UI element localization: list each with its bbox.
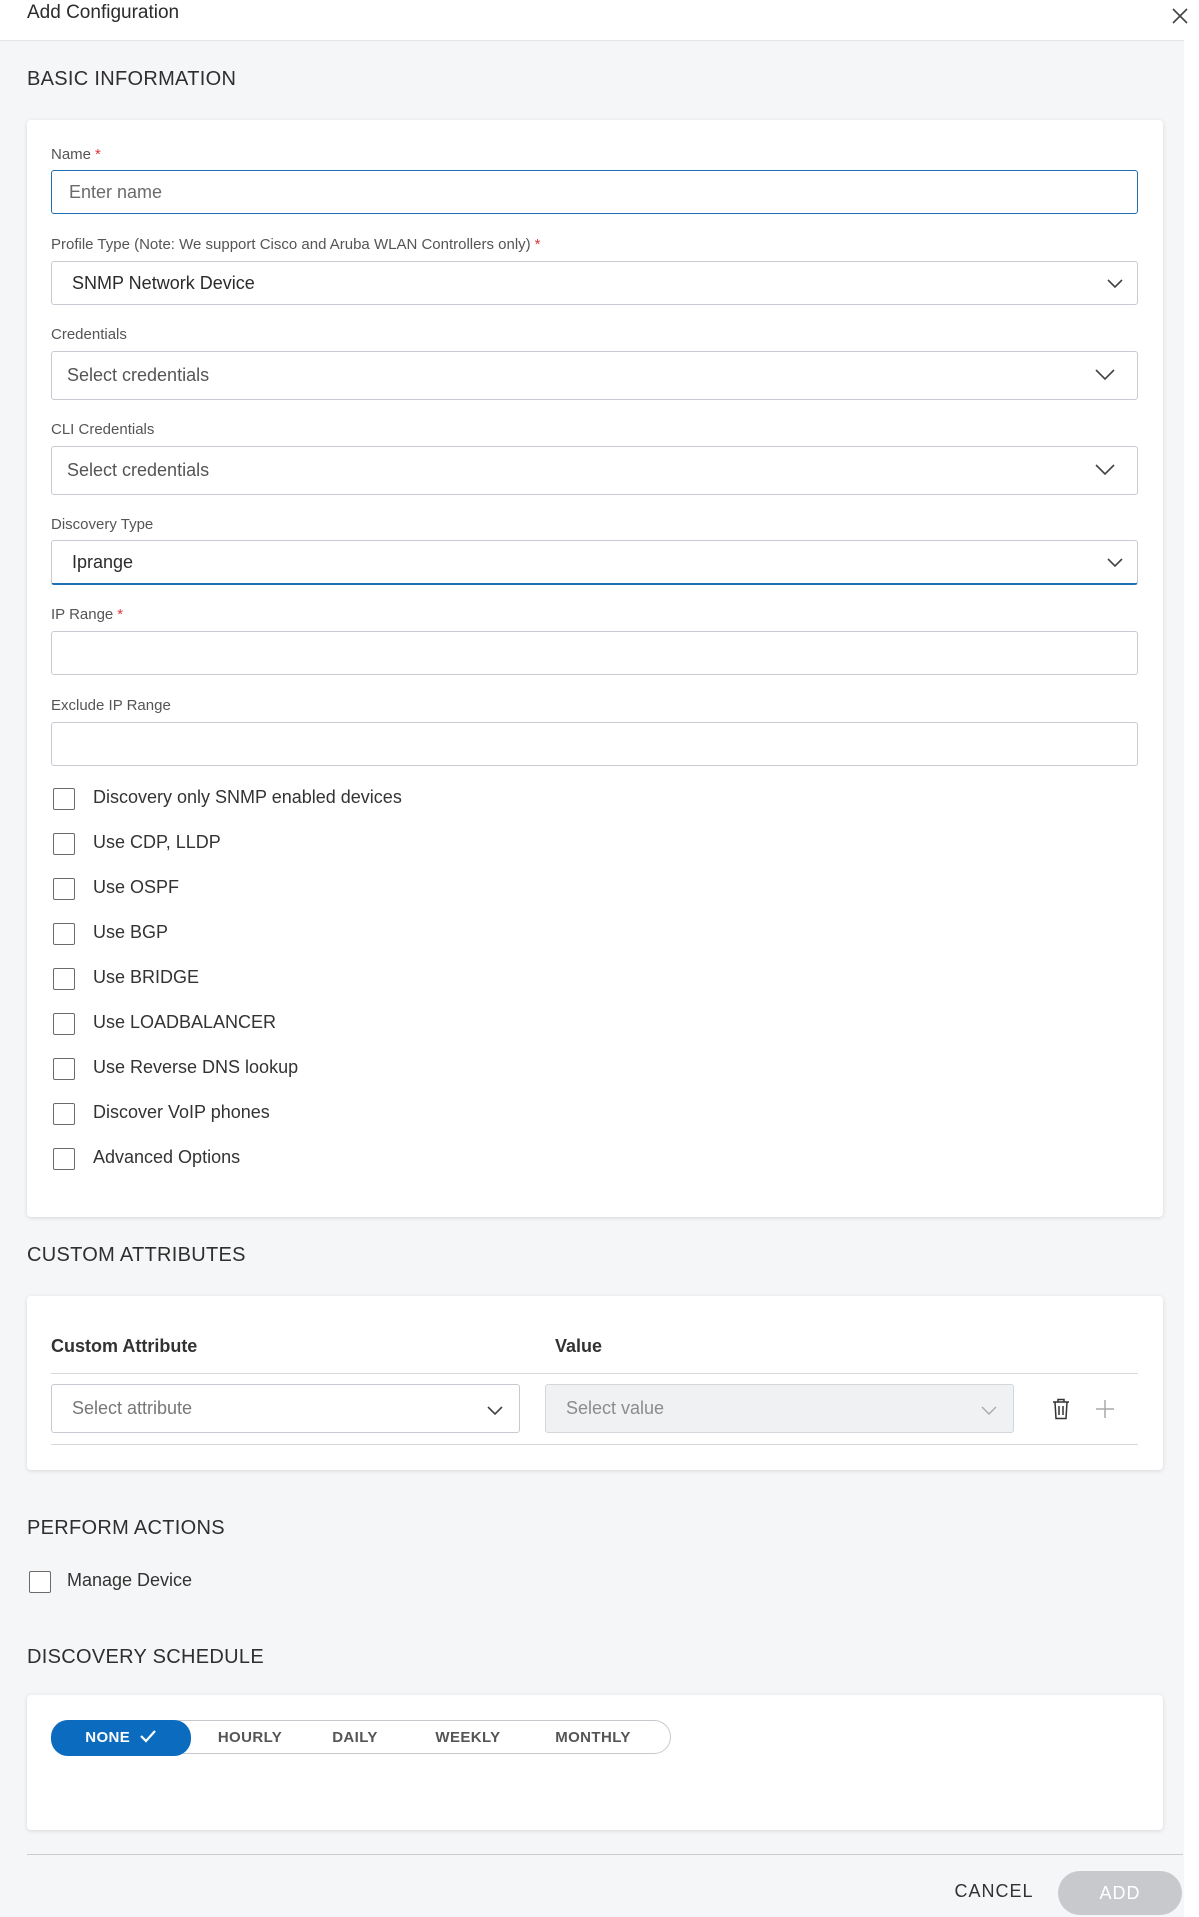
chevron-down-icon xyxy=(1095,369,1115,381)
option-label: Use Reverse DNS lookup xyxy=(93,1057,299,1077)
discovery-type-value: Iprange xyxy=(72,552,134,572)
value-select: Select value xyxy=(545,1384,1014,1433)
row-divider xyxy=(51,1444,1138,1445)
option-label: Use BRIDGE xyxy=(93,967,200,987)
option-label: Use BGP xyxy=(93,922,169,942)
schedule-option-weekly[interactable]: WEEKLY xyxy=(420,1721,516,1755)
chevron-down-icon xyxy=(487,1406,503,1416)
option-label: Use CDP, LLDP xyxy=(93,832,221,852)
checkbox[interactable] xyxy=(53,1058,75,1080)
option-label: Discovery only SNMP enabled devices xyxy=(93,787,402,807)
profile-type-select[interactable]: SNMP Network Device xyxy=(51,261,1138,305)
checkbox[interactable] xyxy=(53,1013,75,1035)
chevron-down-icon xyxy=(1107,558,1123,568)
discovery-type-label: Discovery Type xyxy=(51,516,154,533)
custom-attribute-header: Custom Attribute xyxy=(51,1336,198,1356)
attribute-select[interactable]: Select attribute xyxy=(51,1384,520,1433)
basic-info-title: BASIC INFORMATION xyxy=(27,68,237,90)
schedule-option-daily[interactable]: DAILY xyxy=(312,1721,398,1755)
option-label: Discover VoIP phones xyxy=(93,1102,270,1122)
exclude-ip-range-label: Exclude IP Range xyxy=(51,697,171,714)
schedule-option-none[interactable]: NONE xyxy=(51,1720,191,1756)
exclude-ip-range-input[interactable] xyxy=(51,722,1138,766)
checkbox[interactable] xyxy=(53,788,75,810)
cli-credentials-label: CLI Credentials xyxy=(51,421,155,438)
dialog-title: Add Configuration xyxy=(27,2,180,23)
schedule-option-monthly[interactable]: MONTHLY xyxy=(534,1721,652,1755)
scrollbar-track[interactable] xyxy=(1184,40,1199,1917)
perform-actions-title: PERFORM ACTIONS xyxy=(27,1517,225,1539)
discovery-type-select[interactable]: Iprange xyxy=(51,540,1138,585)
chevron-down-icon xyxy=(1107,279,1123,289)
checkbox[interactable] xyxy=(53,1148,75,1170)
checkbox[interactable] xyxy=(29,1571,51,1593)
schedule-option-hourly[interactable]: HOURLY xyxy=(202,1721,298,1755)
checkbox[interactable] xyxy=(53,1103,75,1125)
cli-credentials-select[interactable]: Select credentials xyxy=(51,446,1138,495)
checkbox[interactable] xyxy=(53,833,75,855)
cli-credentials-placeholder: Select credentials xyxy=(67,460,210,480)
header-divider xyxy=(51,1373,1138,1374)
profile-type-label: Profile Type (Note: We support Cisco and… xyxy=(51,236,541,253)
value-placeholder: Select value xyxy=(566,1398,665,1418)
manage-device-label: Manage Device xyxy=(67,1570,193,1590)
credentials-label: Credentials xyxy=(51,326,127,343)
name-label: Name * xyxy=(51,146,101,163)
trash-icon[interactable] xyxy=(1050,1397,1072,1421)
chevron-down-icon xyxy=(1095,464,1115,476)
cancel-button[interactable]: CANCEL xyxy=(950,1871,1038,1911)
footer-divider xyxy=(27,1854,1183,1855)
credentials-placeholder: Select credentials xyxy=(67,365,210,385)
ip-range-input[interactable] xyxy=(51,631,1138,675)
discovery-schedule-title: DISCOVERY SCHEDULE xyxy=(27,1646,264,1668)
add-button[interactable]: ADD xyxy=(1058,1871,1182,1915)
chevron-down-icon xyxy=(981,1406,997,1415)
value-header: Value xyxy=(555,1336,603,1356)
custom-attributes-title: CUSTOM ATTRIBUTES xyxy=(27,1244,246,1266)
check-icon xyxy=(139,1730,156,1743)
option-label: Use OSPF xyxy=(93,877,180,897)
checkbox[interactable] xyxy=(53,878,75,900)
profile-type-value: SNMP Network Device xyxy=(72,273,255,293)
credentials-select[interactable]: Select credentials xyxy=(51,351,1138,400)
discovery-schedule-card: NONE HOURLY DAILY WEEKLY MONTHLY xyxy=(27,1695,1163,1830)
basic-info-card: Name* Profile Type (Note: We support Cis… xyxy=(27,120,1163,1217)
schedule-segmented-control: NONE HOURLY DAILY WEEKLY MONTHLY xyxy=(51,1720,671,1756)
option-label: Advanced Options xyxy=(93,1147,241,1167)
checkbox[interactable] xyxy=(53,923,75,945)
custom-attributes-card: Custom Attribute Value Select attribute … xyxy=(27,1296,1163,1470)
name-input[interactable] xyxy=(51,170,1138,214)
checkbox[interactable] xyxy=(53,968,75,990)
dialog-header: Add Configuration xyxy=(0,0,1199,41)
option-label: Use LOADBALANCER xyxy=(93,1012,277,1032)
ip-range-label: IP Range * xyxy=(51,606,124,623)
plus-icon[interactable] xyxy=(1093,1397,1117,1421)
attribute-placeholder: Select attribute xyxy=(72,1398,193,1418)
close-icon[interactable] xyxy=(1168,4,1192,28)
